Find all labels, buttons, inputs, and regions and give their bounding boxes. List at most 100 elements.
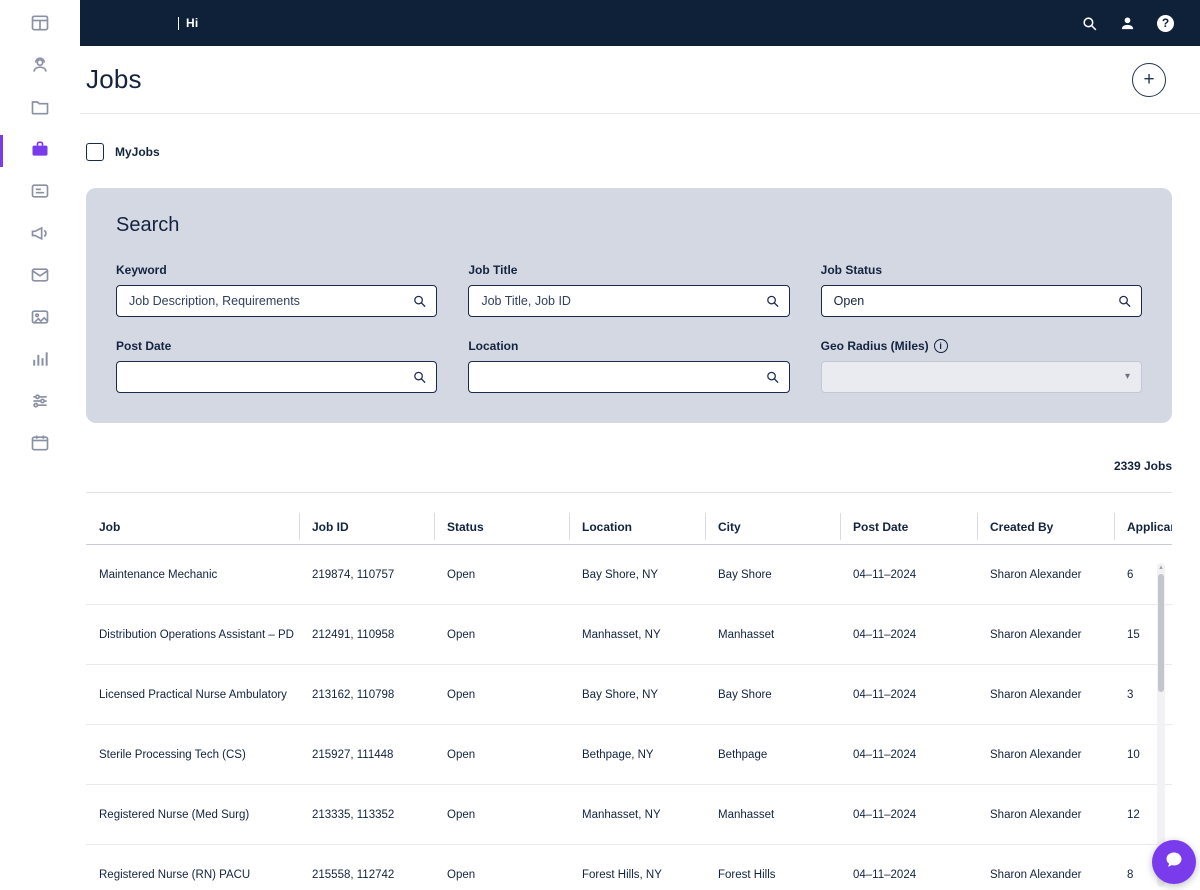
mail-icon: [30, 265, 50, 290]
scroll-up-icon[interactable]: ▲: [1157, 563, 1165, 573]
column-header-post-date[interactable]: Post Date: [840, 509, 977, 544]
geo-radius-field-group: Geo Radius (Miles) i ▾: [821, 339, 1142, 393]
section-divider: [86, 492, 1172, 493]
job-status-input[interactable]: [821, 285, 1142, 317]
job-cell[interactable]: Sterile Processing Tech (CS): [86, 749, 299, 761]
search-icon[interactable]: [1081, 15, 1098, 32]
column-header-location[interactable]: Location: [569, 509, 705, 544]
myjobs-checkbox[interactable]: [86, 143, 104, 161]
geo-radius-label-text: Geo Radius (Miles): [821, 339, 929, 353]
job-cell[interactable]: Registered Nurse (RN) PACU: [86, 869, 299, 881]
search-panel: Search Keyword Job Title: [86, 188, 1172, 423]
status-cell: Open: [434, 809, 569, 821]
job-status-field-group: Job Status: [821, 263, 1142, 317]
sidebar-item-messages[interactable]: [0, 256, 80, 298]
keyword-field-group: Keyword: [116, 263, 437, 317]
table-row[interactable]: Registered Nurse (Med Surg) 213335, 1133…: [86, 785, 1172, 845]
location-label: Location: [468, 339, 789, 353]
table-row[interactable]: Distribution Operations Assistant – PD 2…: [86, 605, 1172, 665]
post-date-cell: 04–11–2024: [840, 749, 977, 761]
user-icon[interactable]: [1119, 15, 1136, 32]
location-cell: Bay Shore, NY: [569, 569, 705, 581]
table-header-row: Job Job ID Status Location City Post Dat…: [86, 509, 1172, 545]
scrollbar-thumb[interactable]: [1158, 574, 1164, 692]
job-cell[interactable]: Distribution Operations Assistant – PD: [86, 629, 299, 641]
table-row[interactable]: Maintenance Mechanic 219874, 110757 Open…: [86, 545, 1172, 605]
sliders-icon: [30, 391, 50, 416]
add-job-button[interactable]: +: [1132, 63, 1166, 97]
megaphone-icon: [30, 223, 50, 248]
jobs-table: Job Job ID Status Location City Post Dat…: [86, 509, 1172, 890]
post-date-cell: 04–11–2024: [840, 569, 977, 581]
page-title: Jobs: [86, 64, 142, 95]
job-status-label: Job Status: [821, 263, 1142, 277]
job-title-input[interactable]: [468, 285, 789, 317]
column-header-job[interactable]: Job: [86, 509, 299, 544]
post-date-label: Post Date: [116, 339, 437, 353]
info-icon[interactable]: i: [934, 339, 948, 353]
sidebar-item-dashboard[interactable]: [0, 4, 80, 46]
sidebar-item-filters[interactable]: [0, 382, 80, 424]
chat-icon: [1164, 850, 1184, 875]
location-input[interactable]: [468, 361, 789, 393]
help-icon[interactable]: ?: [1157, 15, 1174, 32]
location-cell: Manhasset, NY: [569, 629, 705, 641]
created-by-cell: Sharon Alexander: [977, 869, 1114, 881]
location-field-group: Location: [468, 339, 789, 393]
myjobs-label: MyJobs: [115, 145, 160, 159]
job-id-cell: 219874, 110757: [299, 569, 434, 581]
dashboard-icon: [30, 13, 50, 38]
myjobs-filter: MyJobs: [86, 143, 1200, 161]
chat-button[interactable]: [1152, 840, 1196, 884]
city-cell: Manhasset: [705, 809, 840, 821]
page-header: Jobs +: [80, 46, 1200, 114]
sidebar-item-jobs[interactable]: [0, 130, 80, 172]
job-id-cell: 213335, 113352: [299, 809, 434, 821]
search-grid: Keyword Job Title: [116, 263, 1142, 393]
post-date-cell: 04–11–2024: [840, 869, 977, 881]
geo-radius-select[interactable]: ▾: [821, 361, 1142, 393]
job-cell[interactable]: Licensed Practical Nurse Ambulatory: [86, 689, 299, 701]
job-cell[interactable]: Registered Nurse (Med Surg): [86, 809, 299, 821]
sidebar-item-media[interactable]: [0, 298, 80, 340]
city-cell: Bethpage: [705, 749, 840, 761]
column-header-job-id[interactable]: Job ID: [299, 509, 434, 544]
job-title-label: Job Title: [468, 263, 789, 277]
column-header-created-by[interactable]: Created By: [977, 509, 1114, 544]
created-by-cell: Sharon Alexander: [977, 809, 1114, 821]
sidebar-item-announcements[interactable]: [0, 214, 80, 256]
keyword-input[interactable]: [116, 285, 437, 317]
post-date-input[interactable]: [116, 361, 437, 393]
job-id-cell: 213162, 110798: [299, 689, 434, 701]
column-header-status[interactable]: Status: [434, 509, 569, 544]
sidebar-item-calendar[interactable]: [0, 424, 80, 466]
results-count: 2339 Jobs: [86, 459, 1172, 473]
table-scrollbar[interactable]: ▲: [1157, 563, 1165, 887]
column-header-applicants[interactable]: Applicants: [1114, 509, 1172, 544]
status-cell: Open: [434, 629, 569, 641]
job-cell[interactable]: Maintenance Mechanic: [86, 569, 299, 581]
city-cell: Forest Hills: [705, 869, 840, 881]
status-cell: Open: [434, 569, 569, 581]
created-by-cell: Sharon Alexander: [977, 629, 1114, 641]
headset-person-icon: [30, 55, 50, 80]
table-row[interactable]: Licensed Practical Nurse Ambulatory 2131…: [86, 665, 1172, 725]
sidebar-item-folders[interactable]: [0, 88, 80, 130]
main-area: Hi ? Jobs + MyJobs Search: [80, 0, 1200, 890]
created-by-cell: Sharon Alexander: [977, 569, 1114, 581]
navbar-actions: ?: [1081, 15, 1174, 32]
table-row[interactable]: Sterile Processing Tech (CS) 215927, 111…: [86, 725, 1172, 785]
location-cell: Manhasset, NY: [569, 809, 705, 821]
sidebar-item-reports[interactable]: [0, 340, 80, 382]
sidebar-item-postings[interactable]: [0, 172, 80, 214]
post-date-cell: 04–11–2024: [840, 629, 977, 641]
sidebar-item-people[interactable]: [0, 46, 80, 88]
logo-separator: [178, 17, 179, 30]
city-cell: Bay Shore: [705, 689, 840, 701]
table-row[interactable]: Registered Nurse (RN) PACU 215558, 11274…: [86, 845, 1172, 890]
created-by-cell: Sharon Alexander: [977, 749, 1114, 761]
brand: Hi: [178, 16, 198, 30]
city-cell: Bay Shore: [705, 569, 840, 581]
column-header-city[interactable]: City: [705, 509, 840, 544]
location-cell: Bay Shore, NY: [569, 689, 705, 701]
